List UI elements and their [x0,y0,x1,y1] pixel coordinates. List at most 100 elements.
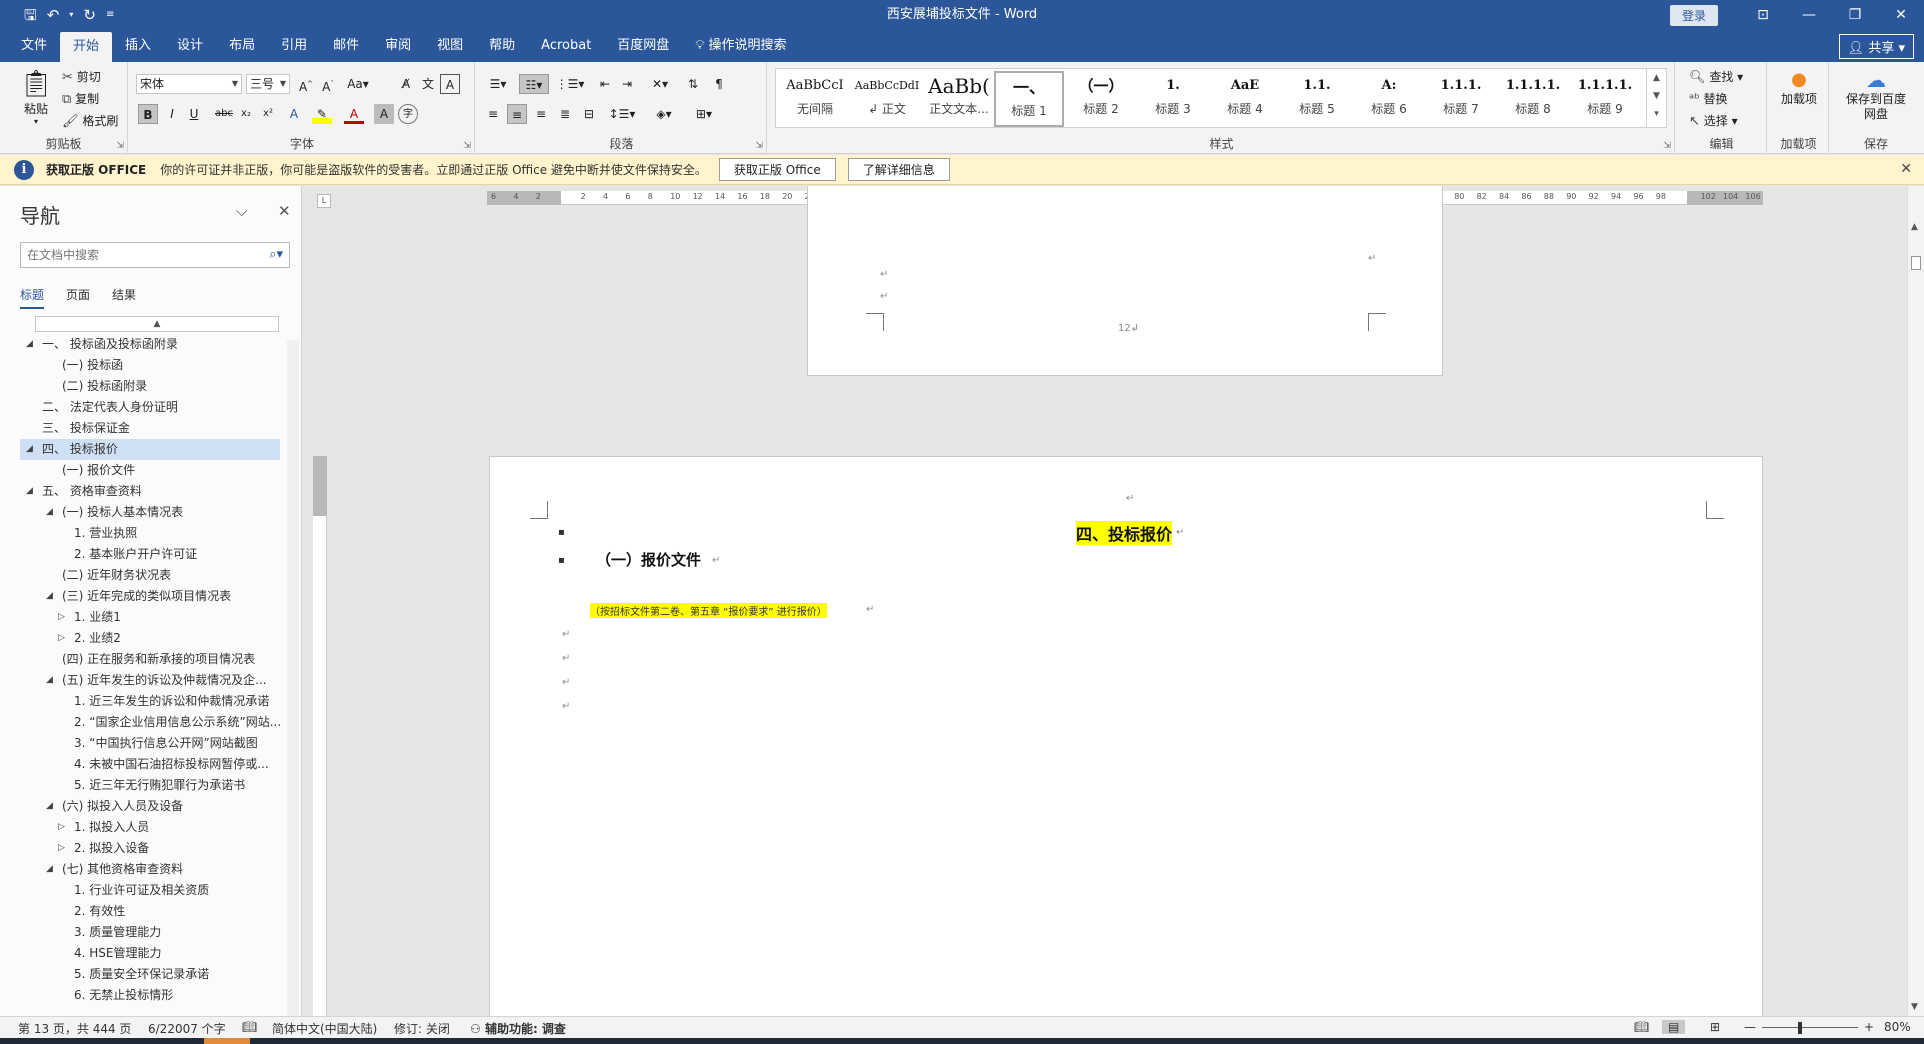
language-status[interactable]: 简体中文(中国大陆) [272,1020,377,1037]
select-button[interactable]: ↖ 选择 ▾ [1689,112,1738,129]
bullets-icon[interactable]: ☰▾ [483,74,513,94]
justify-icon[interactable]: ≣ [555,104,575,124]
subscript-icon[interactable]: x₂ [236,104,256,124]
nav-heading-item[interactable]: (一) 投标函 [20,355,280,376]
change-case-icon[interactable]: Aa▾ [344,74,372,94]
zoom-out-icon[interactable]: — [1744,1020,1756,1034]
collapse-icon[interactable]: ◢ [46,859,53,880]
nav-heading-item[interactable]: ◢ 一、 投标函及投标函附录 [20,334,280,355]
nav-heading-item[interactable]: ▷ 1. 拟投入人员 [20,817,280,838]
read-mode-icon[interactable]: 📖︎ [1634,1020,1649,1034]
share-button[interactable]: 👤︎ 共享 ▾ [1838,34,1914,59]
style-heading-4[interactable]: AaE 标题 4 [1210,71,1280,127]
web-layout-icon[interactable]: ⊞ [1710,1020,1720,1034]
ribbon-display-options-icon[interactable]: ⊡ [1740,0,1786,30]
cut-button[interactable]: ✂ 剪切 [62,68,101,85]
strikethrough-icon[interactable]: abc [214,104,234,124]
tab-file[interactable]: 文件 [8,30,60,62]
nav-heading-item[interactable]: 2. 有效性 [20,901,280,922]
nav-heading-item[interactable]: (二) 投标函附录 [20,376,280,397]
nav-heading-item[interactable]: 1. 行业许可证及相关资质 [20,880,280,901]
clear-format-icon[interactable]: A̸ [396,74,416,94]
decrease-indent-icon[interactable]: ⇤ [595,74,615,94]
scroll-thumb[interactable] [1911,256,1921,270]
collapse-icon[interactable]: ◢ [26,334,33,355]
line-spacing-icon[interactable]: ↕☰▾ [607,104,637,124]
nav-heading-item[interactable]: 二、 法定代表人身份证明 [20,397,280,418]
accessibility-status[interactable]: ⚇ 辅助功能: 调查 [470,1020,566,1037]
nav-heading-item[interactable]: 2. “国家企业信用信息公示系统”网站... [20,712,280,733]
word-count[interactable]: 6/22007 个字 [148,1020,226,1037]
tab-design[interactable]: 设计 [164,30,216,62]
nav-heading-item[interactable]: 1. 近三年发生的诉讼和仲裁情况承诺 [20,691,280,712]
borders-icon[interactable]: ⊞▾ [689,104,719,124]
nav-heading-item[interactable]: (二) 近年财务状况表 [20,565,280,586]
subsection-heading[interactable]: （一）报价文件 [596,549,701,570]
paragraph-launcher-icon[interactable]: ⇲ [755,141,763,151]
font-launcher-icon[interactable]: ⇲ [463,141,471,151]
nav-heading-item[interactable]: 3. 质量管理能力 [20,922,280,943]
page-12[interactable]: ↵ ↵ ↵ 12↲ [807,186,1443,376]
shading-icon[interactable]: ◈▾ [649,104,679,124]
char-shading-icon[interactable]: A [374,104,394,124]
zoom-in-icon[interactable]: + [1864,1020,1874,1034]
multilevel-list-icon[interactable]: ⋮☰▾ [555,74,585,94]
nav-heading-item[interactable]: ◢ 四、 投标报价 [20,439,280,460]
page-count[interactable]: 第 13 页，共 444 页 [18,1020,131,1037]
style-body-text[interactable]: AaBb(正文文本... [924,71,994,127]
addins-button[interactable]: ● 加载项 [1779,68,1819,107]
superscript-icon[interactable]: x² [258,104,278,124]
align-right-icon[interactable]: ≡ [531,104,551,124]
nav-heading-item[interactable]: ◢ (五) 近年发生的诉讼及仲裁情况及企... [20,670,280,691]
close-warning-icon[interactable]: ✕ [1900,161,1912,177]
style-heading-8[interactable]: 1.1.1.1. 标题 8 [1498,71,1568,127]
style-heading-2[interactable]: （一） 标题 2 [1066,71,1136,127]
style-no-spacing[interactable]: AaBbCcI 无间隔 [780,71,850,127]
nav-tab-results[interactable]: 结果 [112,286,136,309]
bold-icon[interactable]: B [138,104,158,124]
zoom-slider-thumb[interactable] [1798,1022,1802,1034]
zoom-level[interactable]: 80% [1884,1020,1911,1034]
instruction-note[interactable]: （按招标文件第二卷、第五章 “报价要求” 进行报价） [590,603,827,618]
collapse-icon[interactable]: ◢ [26,481,33,502]
proofing-icon[interactable]: 📖︎ [242,1020,257,1034]
nav-search-input[interactable]: 在文档中搜索 ⌕▾ [20,242,290,268]
clipboard-launcher-icon[interactable]: ⇲ [116,141,124,151]
font-name-select[interactable]: 宋体 ▼ [136,74,242,94]
expand-icon[interactable]: ▷ [58,607,65,628]
nav-heading-item[interactable]: 6. 无禁止投标情形 [20,985,280,1006]
tab-review[interactable]: 审阅 [372,30,424,62]
enclose-char-icon[interactable]: 字 [398,104,418,124]
scroll-up-icon[interactable]: ▲ [1911,222,1918,232]
page-13[interactable]: ↵ ▪ 四、投标报价 ↵ ▪ （一）报价文件 ↵ （按招标文件第二卷、第五章 “… [489,456,1763,1016]
tab-home[interactable]: 开始 [60,32,113,62]
font-color-icon[interactable]: A [344,104,364,124]
italic-icon[interactable]: I [162,104,182,124]
style-heading-7[interactable]: 1.1.1. 标题 7 [1426,71,1496,127]
restore-icon[interactable]: ❐ [1832,0,1878,30]
scroll-to-top-icon[interactable]: ▲ [35,316,279,332]
undo-dropdown-icon[interactable]: ▾ [69,0,73,30]
grow-font-icon[interactable]: A^ [296,74,316,94]
print-layout-icon[interactable]: ▤ [1662,1020,1686,1034]
customize-qat-icon[interactable]: ≡ [106,0,114,30]
nav-tab-pages[interactable]: 页面 [66,286,90,309]
scroll-down-icon[interactable]: ▼ [1911,1002,1918,1012]
style-normal[interactable]: AaBbCcDdI ↲ 正文 [852,71,922,127]
font-size-select[interactable]: 三号 ▼ [246,74,290,94]
minimize-icon[interactable]: — [1786,0,1832,30]
nav-heading-item[interactable]: 4. HSE管理能力 [20,943,280,964]
track-changes-status[interactable]: 修订: 关闭 [394,1020,450,1037]
replace-button[interactable]: ᵃᵇ 替换 [1689,90,1728,107]
chinese-layout-icon[interactable]: ✕▾ [645,74,675,94]
underline-icon[interactable]: U [184,104,204,124]
expand-icon[interactable]: ▷ [58,628,65,649]
format-painter-button[interactable]: 🖌︎ 格式刷 [62,112,118,129]
nav-heading-item[interactable]: ◢ (七) 其他资格审查资料 [20,859,280,880]
show-marks-icon[interactable]: ¶ [709,74,729,94]
distributed-icon[interactable]: ⊟ [579,104,599,124]
sort-icon[interactable]: ⇅ [683,74,703,94]
style-heading-3[interactable]: 1. 标题 3 [1138,71,1208,127]
increase-indent-icon[interactable]: ⇥ [617,74,637,94]
collapse-icon[interactable]: ◢ [46,796,53,817]
